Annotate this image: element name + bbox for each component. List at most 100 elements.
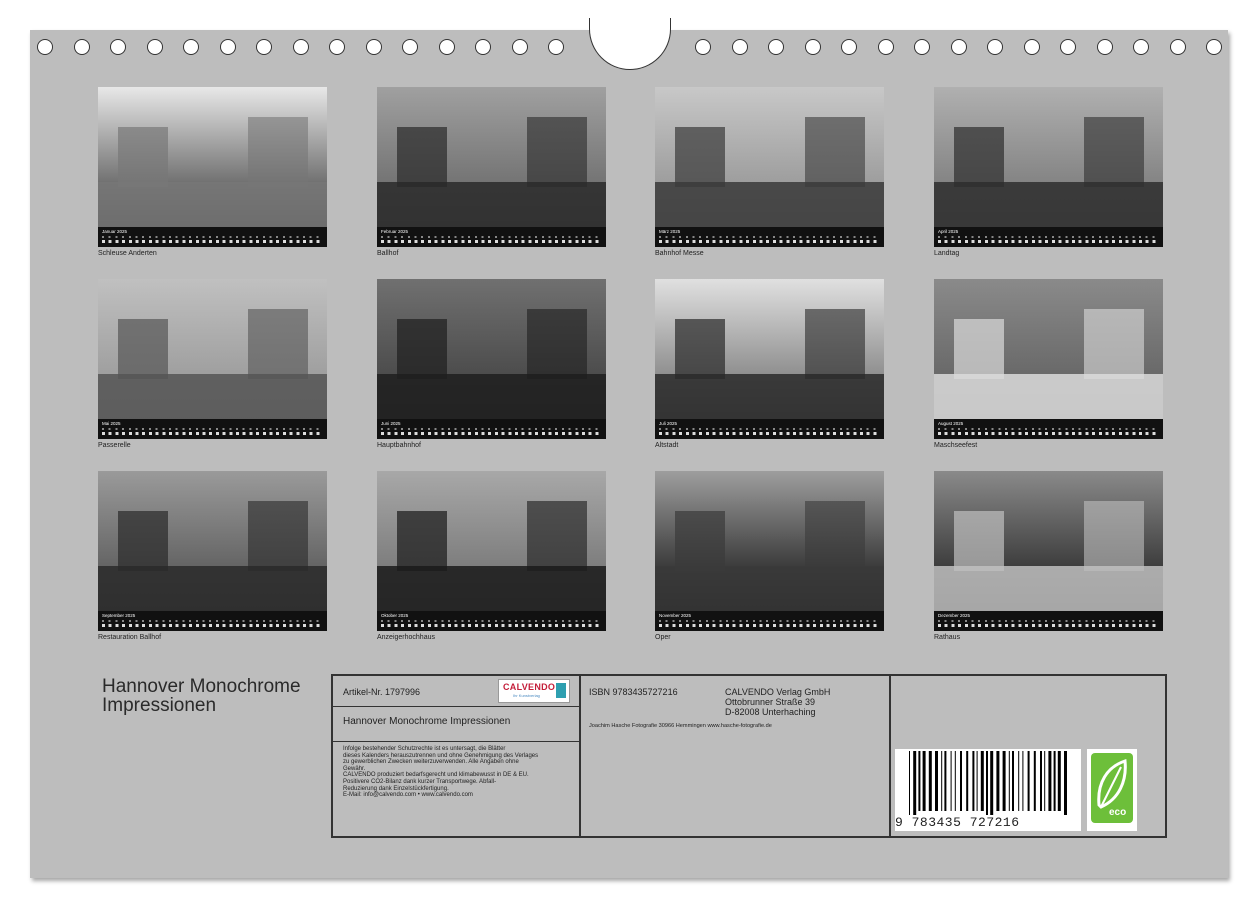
month-photo — [98, 471, 327, 611]
month-label: Juni 2025 — [381, 421, 401, 426]
month-page: Februar 2025 Ballhof — [377, 87, 606, 259]
calvendo-logo: CALVENDO Ihr Kunstverlag — [498, 679, 570, 703]
day-numbers-row — [938, 432, 1159, 435]
weekday-row — [381, 620, 602, 622]
month-label: April 2025 — [938, 229, 959, 234]
month-photo — [98, 279, 327, 419]
day-numbers-row — [102, 240, 323, 243]
calvendo-logo-text: CALVENDO — [503, 682, 556, 692]
eco-badge: eco — [1087, 749, 1137, 831]
month-photo — [934, 279, 1163, 419]
binding-hole — [695, 39, 711, 55]
publisher-line: CALVENDO Verlag GmbH — [725, 687, 831, 697]
weekday-row — [102, 236, 323, 238]
month-page: Dezember 2025 Rathaus — [934, 471, 1163, 643]
day-numbers-row — [102, 624, 323, 627]
binding-holes — [0, 0, 1260, 70]
binding-hole — [1133, 39, 1149, 55]
binding-hole — [475, 39, 491, 55]
calvendo-logo-subtext: Ihr Kunstverlag — [513, 693, 540, 698]
month-photo — [377, 87, 606, 227]
weekday-row — [659, 428, 880, 430]
month-page: Juli 2025 Altstadt — [655, 279, 884, 451]
barcode: 9 783435 727216 — [895, 749, 1081, 831]
day-numbers-row — [102, 432, 323, 435]
binding-hole — [1096, 39, 1113, 55]
day-numbers-row — [659, 240, 880, 243]
weekday-row — [381, 236, 602, 238]
binding-hole — [1206, 39, 1222, 55]
binding-hole — [146, 39, 163, 55]
month-photo — [377, 279, 606, 419]
month-label: März 2025 — [659, 229, 681, 234]
day-numbers-row — [659, 624, 880, 627]
article-number: Artikel-Nr. 1797996 — [343, 687, 421, 697]
weekday-row — [102, 620, 323, 622]
month-page: April 2025 Landtag — [934, 87, 1163, 259]
month-calendar-strip: Oktober 2025 — [377, 611, 606, 631]
weekday-row — [938, 428, 1159, 430]
month-label: August 2025 — [938, 421, 964, 426]
month-photo — [655, 279, 884, 419]
calendar-title: Hannover Monochrome Impressionen — [102, 676, 301, 716]
legal-line: CALVENDO produziert bedarfsgerecht und k… — [343, 772, 529, 779]
month-photo — [934, 87, 1163, 227]
month-calendar-strip: Januar 2025 — [98, 227, 327, 247]
binding-hole — [511, 39, 528, 55]
month-calendar-strip: November 2025 — [655, 611, 884, 631]
month-page: November 2025 Oper — [655, 471, 884, 643]
month-caption: Altstadt — [655, 442, 679, 449]
month-page: Oktober 2025 Anzeigerhochhaus — [377, 471, 606, 643]
binding-hole — [402, 39, 418, 55]
month-page: Januar 2025 Schleuse Anderten — [98, 87, 327, 259]
month-caption: Maschseefest — [934, 442, 978, 449]
month-photo — [655, 471, 884, 611]
month-label: Februar 2025 — [381, 229, 409, 234]
month-label: Januar 2025 — [102, 229, 128, 234]
month-calendar-strip: April 2025 — [934, 227, 1163, 247]
calvendo-book-icon — [556, 683, 566, 698]
month-caption: Bahnhof Messe — [655, 250, 704, 257]
divider — [333, 741, 579, 742]
day-numbers-row — [381, 432, 602, 435]
hanger-notch — [589, 18, 671, 70]
month-photo — [934, 471, 1163, 611]
publisher-line: D-82008 Unterhaching — [725, 707, 816, 717]
binding-hole — [768, 39, 784, 55]
legal-notice: Infolge bestehender Schutzrechte ist es … — [343, 746, 575, 799]
binding-hole — [256, 39, 272, 55]
month-caption: Anzeigerhochhaus — [377, 634, 435, 641]
day-numbers-row — [938, 624, 1159, 627]
barcode-number: 9 783435 727216 — [895, 815, 1020, 830]
binding-hole — [548, 39, 564, 55]
month-label: Dezember 2025 — [938, 613, 971, 618]
month-caption: Restauration Ballhof — [98, 634, 162, 641]
month-calendar-strip: Juli 2025 — [655, 419, 884, 439]
info-box: Artikel-Nr. 1797996 CALVENDO Ihr Kunstve… — [331, 674, 1167, 838]
month-calendar-strip: März 2025 — [655, 227, 884, 247]
legal-line: dieses Kalenders herauszutrennen und ohn… — [343, 752, 539, 759]
divider — [333, 706, 579, 707]
info-column-barcode: 9 783435 727216 eco — [889, 676, 1165, 836]
info-column-publisher: ISBN 9783435727216 CALVENDO Verlag GmbH … — [579, 676, 891, 836]
month-page: März 2025 Bahnhof Messe — [655, 87, 884, 259]
legal-line: E-Mail: info@calvendo.com • www.calvendo… — [343, 792, 473, 799]
binding-hole — [1023, 39, 1040, 55]
month-calendar-strip: Juni 2025 — [377, 419, 606, 439]
binding-hole — [329, 39, 345, 55]
binding-hole — [914, 39, 930, 55]
legal-line: Gewähr. — [343, 765, 366, 772]
publisher-address: CALVENDO Verlag GmbH Ottobrunner Straße … — [725, 687, 830, 717]
binding-hole — [73, 39, 90, 55]
month-label: Mai 2025 — [102, 421, 121, 426]
month-photo — [655, 87, 884, 227]
binding-hole — [183, 39, 199, 55]
month-label: Oktober 2025 — [381, 613, 409, 618]
month-caption: Hauptbahnhof — [377, 442, 421, 449]
binding-hole — [877, 39, 894, 55]
month-photo — [377, 471, 606, 611]
weekday-row — [102, 428, 323, 430]
binding-hole — [731, 39, 748, 55]
day-numbers-row — [381, 240, 602, 243]
day-numbers-row — [381, 624, 602, 627]
